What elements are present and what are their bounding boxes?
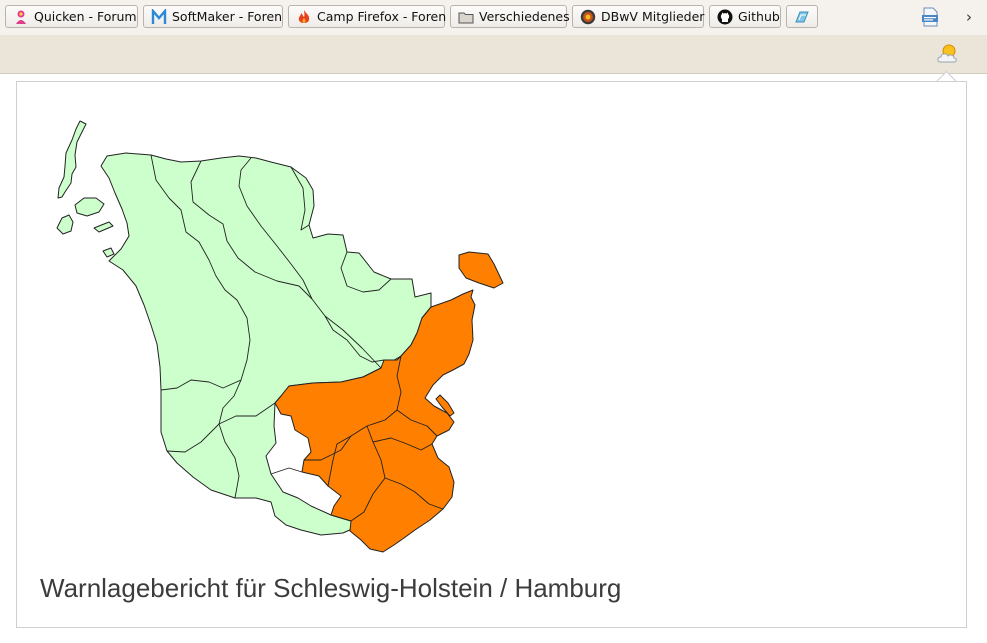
bookmark-label: Camp Firefox - Foren: [317, 9, 447, 24]
map-island-foehr: [74, 197, 105, 217]
weather-cloud-sun-icon[interactable]: [936, 42, 960, 66]
softmaker-icon: [151, 9, 167, 24]
document-icon[interactable]: [921, 7, 940, 27]
bookmarks-overflow-chevron[interactable]: ›: [962, 8, 976, 26]
bookmark-label: DBwV Mitglieder: [601, 9, 705, 24]
map-island-hallig: [102, 247, 115, 258]
dbwv-icon: [580, 9, 596, 25]
bookmark-label: Verschiedenes: [479, 9, 570, 24]
warning-report-caption[interactable]: Warnlagebericht für Schleswig-Holstein /…: [40, 573, 621, 604]
bookmark-folder-verschiedenes[interactable]: Verschiedenes: [450, 5, 570, 28]
bookmark-dbwv-mitglieder[interactable]: DBwV Mitglieder: [572, 5, 704, 28]
bookmark-label: Quicken - Forum: [34, 9, 137, 24]
bookmark-label: Github: [738, 9, 780, 24]
bookmarks-toolbar: Quicken - Forum SoftMaker - Foren Camp F…: [0, 0, 987, 35]
map-island-pellworm: [93, 221, 114, 233]
bookmark-image-icon: [795, 11, 809, 23]
bookmark-softmaker-foren[interactable]: SoftMaker - Foren: [143, 5, 283, 28]
bookmark-quicken-forum[interactable]: Quicken - Forum: [5, 5, 138, 28]
map-district-fehmarn: [458, 251, 504, 289]
quicken-icon: [16, 10, 26, 24]
bookmark-camp-firefox-foren[interactable]: Camp Firefox - Foren: [288, 5, 447, 28]
github-icon: [717, 9, 733, 25]
map-island-sylt: [57, 120, 87, 199]
bookmark-github[interactable]: Github: [709, 5, 781, 28]
bookmark-label: SoftMaker - Foren: [172, 9, 283, 24]
navigation-toolbar: [0, 35, 987, 74]
firefox-flame-icon: [298, 10, 310, 23]
weather-warning-popup: Warnlagebericht für Schleswig-Holstein /…: [16, 81, 967, 628]
bookmark-image[interactable]: [786, 5, 818, 28]
map-island-amrum: [56, 214, 74, 235]
folder-icon: [458, 12, 474, 24]
warning-map: [56, 120, 504, 553]
